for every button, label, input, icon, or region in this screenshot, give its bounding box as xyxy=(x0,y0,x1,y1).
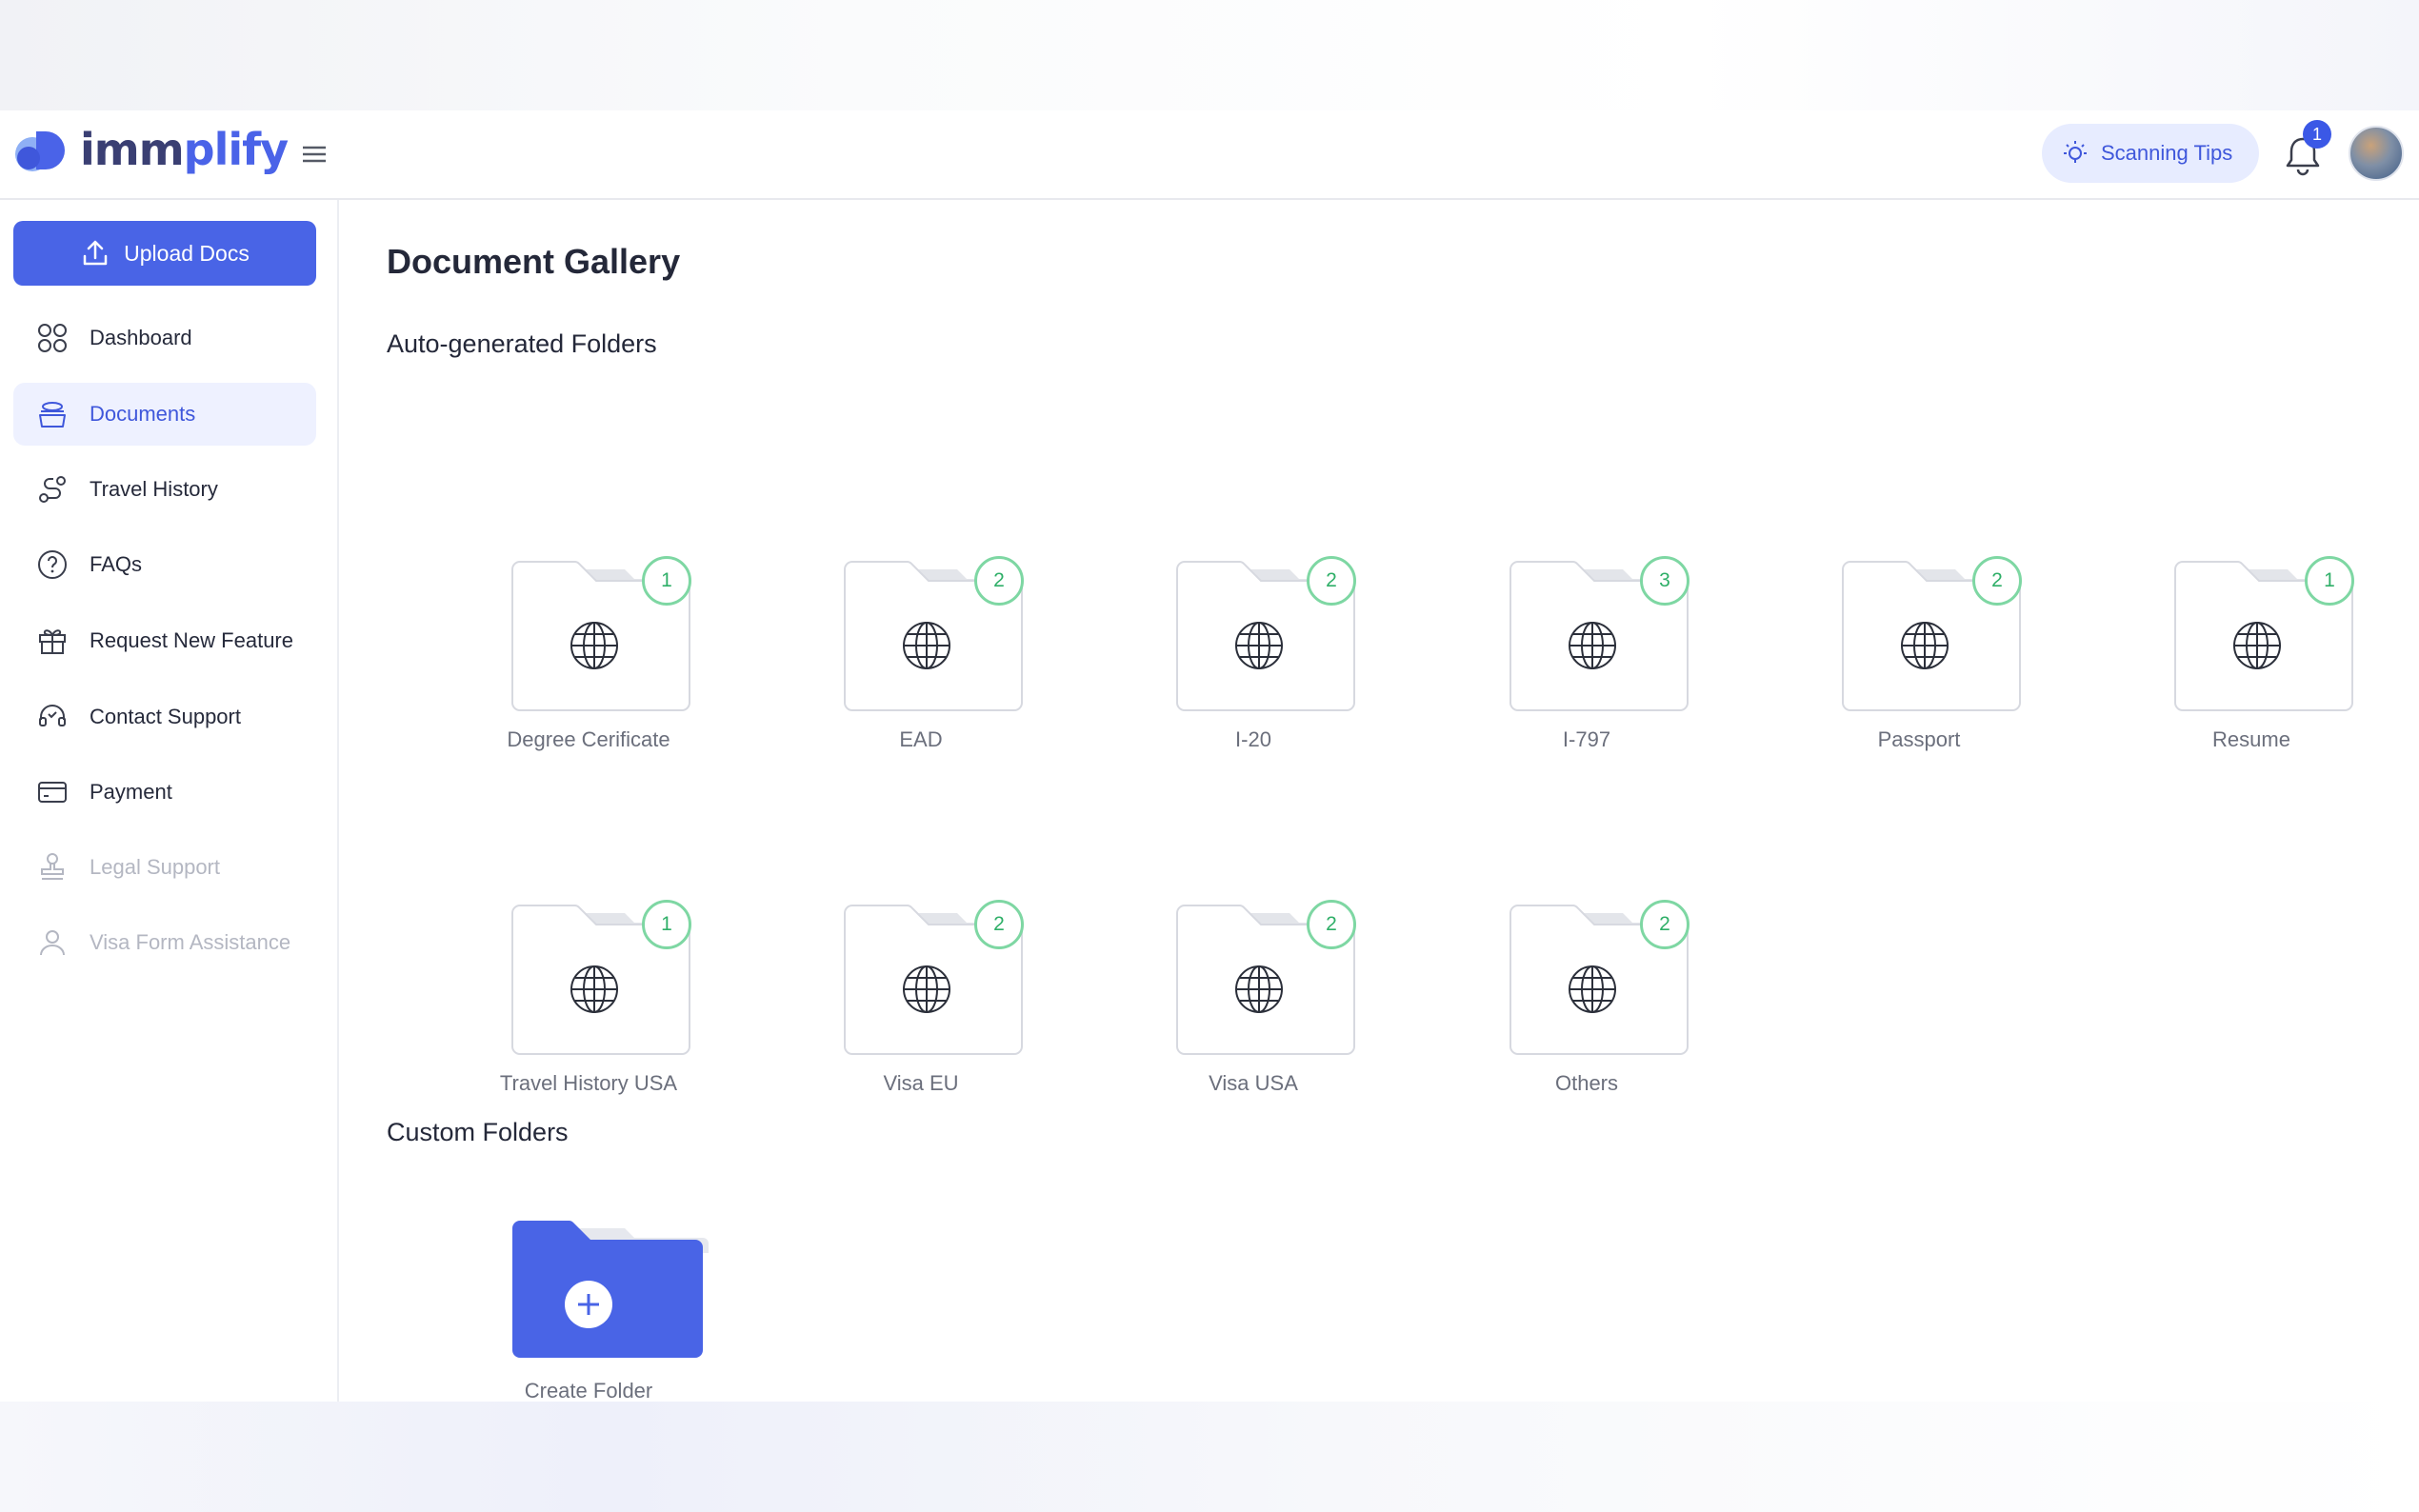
scanning-tips-button[interactable]: Scanning Tips xyxy=(2042,124,2259,183)
sidebar-item-label: Contact Support xyxy=(90,705,241,728)
folder-label: I-20 xyxy=(1235,727,1271,751)
folder-icon xyxy=(2174,561,2353,711)
folder-i-797[interactable]: 3 I-797 xyxy=(1463,556,1749,751)
sidebar: Upload Docs Dashboard Documents Travel H… xyxy=(0,200,339,1402)
folder-label: Passport xyxy=(1877,727,1961,751)
blue-folder-plus-icon xyxy=(512,1221,709,1358)
folder-label: Degree Cerificate xyxy=(507,727,670,751)
sidebar-item-visa-form-assistance[interactable]: Visa Form Assistance xyxy=(13,911,316,974)
folder-icon xyxy=(844,561,1023,711)
folder-visa-eu[interactable]: 2 Visa EU xyxy=(797,900,1083,1095)
sidebar-item-legal-support[interactable]: Legal Support xyxy=(13,836,316,899)
sidebar-item-label: Visa Form Assistance xyxy=(90,930,291,954)
document-count-badge: 2 xyxy=(974,556,1024,606)
sidebar-item-label: Dashboard xyxy=(90,326,192,349)
document-count-badge: 2 xyxy=(1972,556,2022,606)
stamp-icon xyxy=(41,853,64,880)
sidebar-item-faqs[interactable]: FAQs xyxy=(13,533,316,596)
folder-travel-history-usa[interactable]: 1 Travel History USA xyxy=(465,900,750,1095)
top-header: immplify Scanning Tips 1 xyxy=(0,110,2419,200)
folder-label: I-797 xyxy=(1562,727,1611,751)
create-folder-label: Create Folder xyxy=(524,1379,653,1403)
folder-ead[interactable]: 2 EAD xyxy=(797,556,1083,751)
document-count-badge: 2 xyxy=(1307,900,1356,949)
gift-icon xyxy=(39,629,66,654)
sidebar-item-contact-support[interactable]: Contact Support xyxy=(13,686,316,748)
folder-icon xyxy=(1509,561,1689,711)
sidebar-item-travel-history[interactable]: Travel History xyxy=(13,458,316,521)
folder-icon xyxy=(1842,561,2021,711)
upload-docs-label: Upload Docs xyxy=(124,240,250,266)
document-count-badge: 1 xyxy=(642,556,691,606)
auto-folders-heading: Auto-generated Folders xyxy=(387,329,657,358)
upload-icon xyxy=(83,240,108,266)
document-count-badge: 2 xyxy=(974,900,1024,949)
sidebar-item-label: FAQs xyxy=(90,552,143,576)
folder-resume[interactable]: 1 Resume xyxy=(2128,556,2413,751)
folder-label: Travel History USA xyxy=(499,1071,678,1095)
sidebar-item-label: Payment xyxy=(90,780,172,804)
folder-label: Resume xyxy=(2212,727,2290,751)
folder-others[interactable]: 2 Others xyxy=(1463,900,1749,1095)
credit-card-icon xyxy=(38,782,67,803)
sidebar-item-label: Travel History xyxy=(90,477,218,501)
document-count-badge: 3 xyxy=(1640,556,1689,606)
avatar[interactable] xyxy=(2349,126,2404,181)
folder-label: EAD xyxy=(899,727,943,751)
top-backdrop xyxy=(0,0,2419,110)
folder-icon xyxy=(844,905,1023,1055)
notification-badge: 1 xyxy=(2303,120,2331,149)
sidebar-item-request-feature[interactable]: Request New Feature xyxy=(13,609,316,672)
document-count-badge: 1 xyxy=(2305,556,2354,606)
folder-label: Others xyxy=(1554,1071,1619,1095)
sidebar-item-dashboard[interactable]: Dashboard xyxy=(13,307,316,369)
upload-docs-button[interactable]: Upload Docs xyxy=(13,221,316,286)
folder-degree-cerificate[interactable]: 1 Degree Cerificate xyxy=(465,556,750,751)
documents-stack-icon xyxy=(39,402,66,428)
question-circle-icon xyxy=(38,550,67,579)
folder-icon xyxy=(511,561,690,711)
bottom-backdrop xyxy=(0,1402,2419,1512)
logo-text: immplify xyxy=(80,124,289,175)
route-icon xyxy=(39,476,66,503)
folder-icon xyxy=(1509,905,1689,1055)
sidebar-item-documents[interactable]: Documents xyxy=(13,383,316,446)
sidebar-item-label: Request New Feature xyxy=(90,628,293,652)
document-count-badge: 2 xyxy=(1307,556,1356,606)
folder-icon xyxy=(1176,905,1355,1055)
sidebar-item-label: Legal Support xyxy=(90,855,220,879)
folder-icon xyxy=(511,905,690,1055)
folder-passport[interactable]: 2 Passport xyxy=(1795,556,2081,751)
lightbulb-icon xyxy=(2064,141,2087,163)
folder-label: Visa EU xyxy=(883,1071,959,1095)
sidebar-item-payment[interactable]: Payment xyxy=(13,761,316,824)
dashboard-grid-icon xyxy=(38,324,67,352)
scanning-tips-label: Scanning Tips xyxy=(2101,141,2233,165)
folder-label: Visa USA xyxy=(1209,1071,1298,1095)
headset-icon xyxy=(39,705,66,726)
user-icon xyxy=(40,930,65,956)
folder-icon xyxy=(1176,561,1355,711)
document-count-badge: 1 xyxy=(642,900,691,949)
create-folder-button[interactable]: Create Folder xyxy=(465,1209,750,1403)
page-title: Document Gallery xyxy=(387,242,681,281)
main-content: Document Gallery Auto-generated Folders … xyxy=(341,200,2419,1403)
menu-toggle-icon[interactable] xyxy=(299,139,330,169)
folder-visa-usa[interactable]: 2 Visa USA xyxy=(1130,900,1415,1095)
immplify-logo[interactable]: immplify xyxy=(13,124,289,175)
app-window: immplify Scanning Tips 1 Upload Docs Das… xyxy=(0,110,2419,1403)
sidebar-item-label: Documents xyxy=(90,402,196,426)
custom-folders-heading: Custom Folders xyxy=(387,1118,569,1146)
folder-i-20[interactable]: 2 I-20 xyxy=(1130,556,1415,751)
document-count-badge: 2 xyxy=(1640,900,1689,949)
logo-mark-icon xyxy=(13,126,76,173)
